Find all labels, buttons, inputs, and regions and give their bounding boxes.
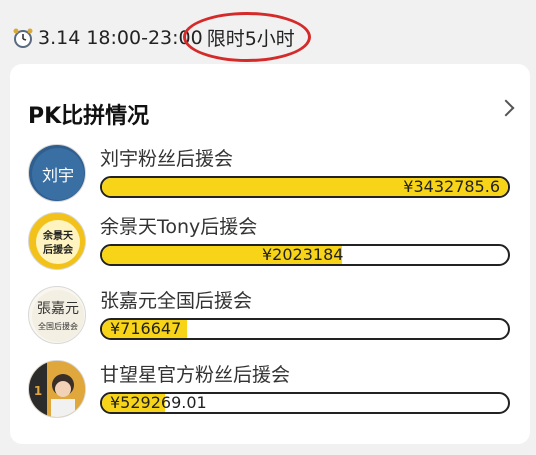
avatar-label: 全国后援会 xyxy=(38,321,78,331)
svg-text:余景天: 余景天 xyxy=(42,229,74,242)
amount-value: ¥529269.01 xyxy=(110,393,207,412)
progress-bar: ¥716647 xyxy=(100,318,510,340)
team-name: 余景天Tony后援会 xyxy=(100,216,258,238)
avatar-art: 1 xyxy=(29,361,85,417)
chevron-right-icon[interactable] xyxy=(497,99,515,117)
ranking-row[interactable]: 張嘉元 全国后援会 张嘉元全国后援会 ¥716647 xyxy=(28,286,518,350)
avatar-art: 刘宇 xyxy=(32,148,84,200)
calligraphy-avatar-icon: 張嘉元 全国后援会 xyxy=(28,286,86,344)
card-title: PK比拼情况 xyxy=(28,104,150,129)
event-time-range: 3.14 18:00-23:00 xyxy=(38,26,203,49)
team-name: 张嘉元全国后援会 xyxy=(100,290,253,312)
svg-text:1: 1 xyxy=(34,384,42,398)
team-name: 刘宇粉丝后援会 xyxy=(100,148,234,170)
progress-bar: ¥529269.01 xyxy=(100,392,510,414)
amount-value: ¥716647 xyxy=(110,319,182,338)
avatar-label: 刘宇 xyxy=(42,166,74,185)
avatar-art: 余景天 后援会 xyxy=(31,215,85,269)
ranking-row[interactable]: 1 甘望星官方粉丝后援会 ¥529269.01 xyxy=(28,360,518,424)
svg-text:張嘉元: 張嘉元 xyxy=(37,301,79,317)
red-highlight-circle xyxy=(183,12,311,62)
pk-ranking-card: PK比拼情况 刘宇 刘宇粉丝后援会 ¥3432785.6 余景天 后援会 余景天… xyxy=(10,64,530,444)
avatar-art: 張嘉元 全国后援会 xyxy=(32,290,84,342)
alarm-clock-icon xyxy=(13,28,33,48)
ranking-row[interactable]: 余景天 后援会 余景天Tony后援会 ¥2023184 xyxy=(28,212,518,276)
blue-calligraphy-avatar-icon: 刘宇 xyxy=(28,144,86,202)
team-name: 甘望星官方粉丝后援会 xyxy=(100,364,291,386)
amount-value: ¥3432785.6 xyxy=(403,177,500,196)
yellow-badge-avatar-icon: 余景天 后援会 xyxy=(28,212,86,270)
progress-bar: ¥2023184 xyxy=(100,244,510,266)
photo-avatar-icon: 1 xyxy=(28,360,86,418)
amount-value: ¥2023184 xyxy=(262,245,344,264)
ranking-row[interactable]: 刘宇 刘宇粉丝后援会 ¥3432785.6 xyxy=(28,144,518,208)
progress-bar: ¥3432785.6 xyxy=(100,176,510,198)
svg-text:后援会: 后援会 xyxy=(43,243,73,256)
